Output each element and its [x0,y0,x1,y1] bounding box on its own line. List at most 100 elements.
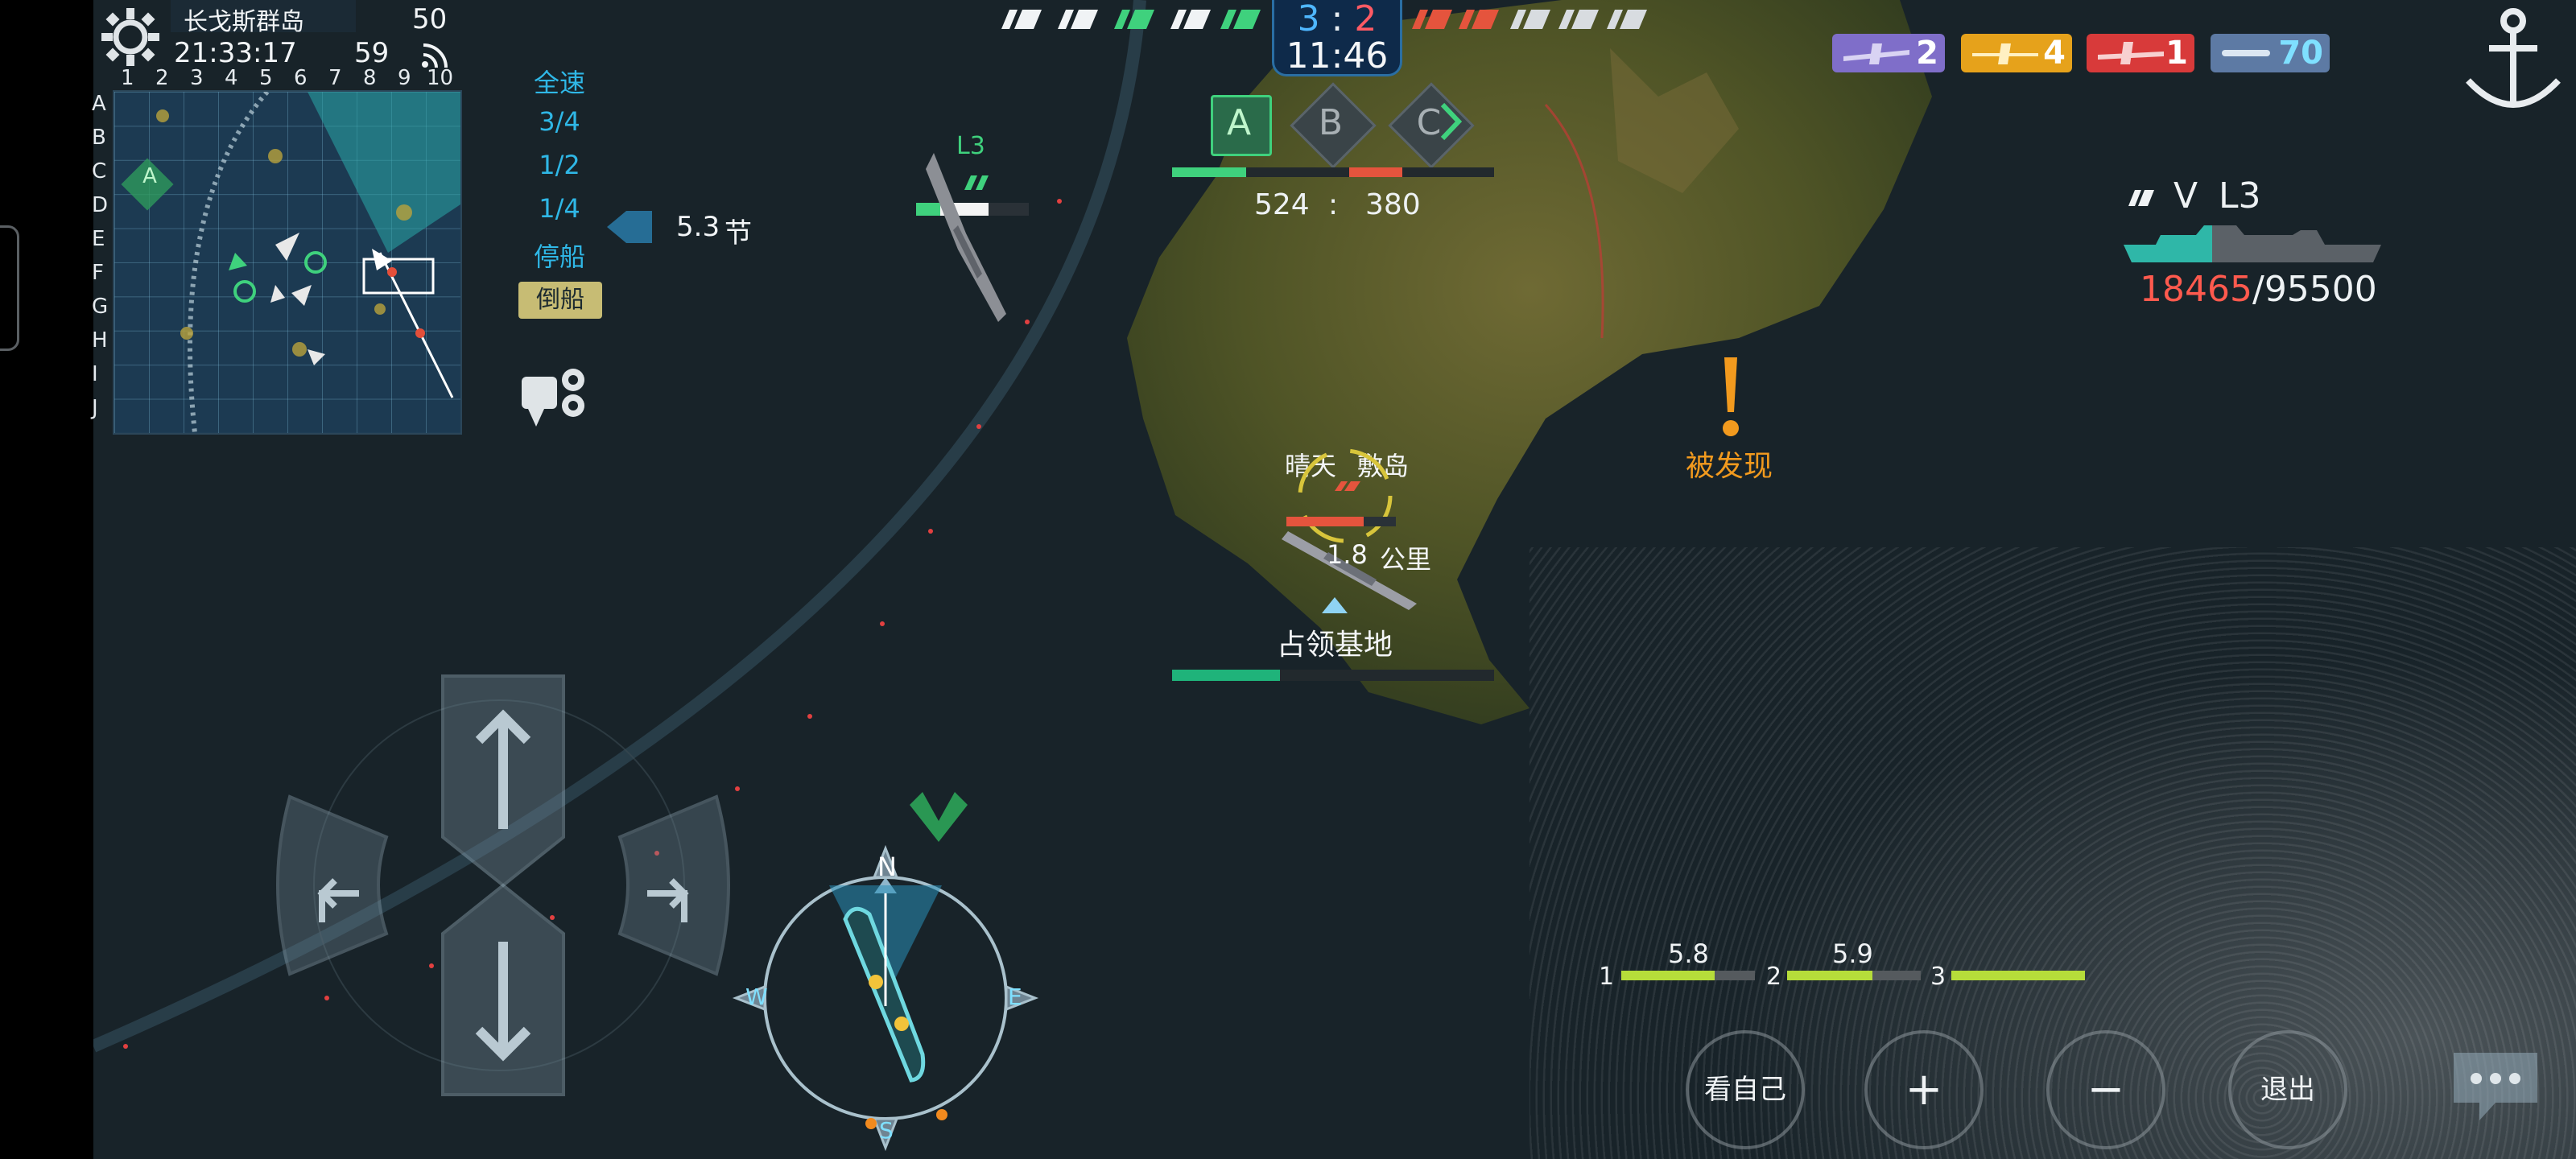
speed-full[interactable]: 全速 [499,63,620,100]
minimap-col-labels: 1 2 3 4 5 6 7 8 9 10 [113,66,459,90]
row-label: G [92,295,109,319]
col-label: 10 [427,66,454,90]
weapon-1-reload: 5.8 [1668,938,1709,969]
weapon-2-reload: 5.9 [1832,938,1873,969]
target-ship-name: L3 [2219,175,2261,217]
speed-quarter[interactable]: 1/4 [499,193,620,224]
capture-point-c-arrow-icon [1440,102,1462,141]
objective-progress-fill [1172,670,1280,681]
enemy-distance-unit: 公里 [1380,544,1432,575]
row-label: J [92,396,98,420]
points-blue: 524 [1254,188,1310,221]
target-hp-current: 18465 [2140,269,2252,310]
backward-button[interactable] [441,883,565,1096]
col-label: 5 [259,66,273,90]
col-label: 7 [328,66,342,90]
objective-progress-track [1172,670,1494,681]
score-blue: 3 [1297,0,1320,39]
weapon-1-index: 1 [1599,963,1615,991]
team-roster-flags [1001,10,1647,29]
resource-torpedo-plane-count: 4 [2043,35,2066,72]
enemy-distance-value: 1.8 [1327,539,1368,570]
col-label: 6 [294,66,308,90]
speed-indicator-arrow-icon [607,211,652,243]
col-label: 3 [190,66,204,90]
row-label: B [92,126,106,150]
row-label: A [92,92,106,116]
view-self-button[interactable]: 看自己 [1686,1030,1805,1149]
match-timer: 11:46 [1286,35,1389,76]
objective-marker-icon [1322,597,1348,613]
row-label: H [92,328,108,353]
minimap-row-labels: A B C D E F G H I J [92,90,113,431]
resource-torpedo-plane: 4 [1961,34,2072,72]
points-bar-blue [1172,167,1246,177]
points-bar-track [1172,167,1494,177]
score-red: 2 [1354,0,1377,39]
turn-left-button[interactable] [276,794,389,976]
ping-value: 59 [354,37,390,69]
objective-label: 占领基地 [1277,629,1393,662]
row-label: C [92,159,107,184]
chat-icon[interactable] [2447,1046,2544,1127]
zoom-in-button[interactable]: + [1864,1030,1984,1149]
compass-west: W [745,984,768,1010]
torpedo-plane-icon [1972,43,2038,64]
compass [732,844,1039,1152]
detected-warning-icon [1723,357,1739,436]
weapon-2-reload-bar [1787,971,1921,980]
target-hp-readout: 18465/95500 [2140,269,2377,310]
fps-value: 50 [412,3,448,35]
game-clock: 21:33:17 [174,37,297,69]
anchor-menu-icon[interactable] [2457,0,2570,121]
resource-fighter: 1 [2087,34,2194,72]
zoom-out-button[interactable]: − [2046,1030,2165,1149]
waypoint-arrow-icon [910,792,968,842]
points-sep: : [1328,188,1339,221]
forward-button[interactable] [441,674,565,888]
camera-icon[interactable] [520,365,594,430]
speed-reverse-button[interactable]: 倒船 [518,282,602,319]
minimap[interactable]: A [113,90,462,435]
speed-stop[interactable]: 停船 [499,237,620,274]
resource-bomber: 2 [1832,34,1945,72]
row-label: E [92,227,105,251]
settings-gear-icon[interactable] [97,3,164,71]
resource-fighter-count: 1 [2165,35,2188,72]
current-speed-value: 5.3 [676,211,720,243]
torpedo-icon [2222,50,2270,56]
compass-north: N [877,852,897,882]
compass-south: S [879,1117,894,1144]
compass-east: E [1008,984,1022,1010]
row-label: I [92,362,98,386]
device-bezel [0,0,93,1159]
col-label: 1 [121,66,134,90]
target-ship-tier: V [2174,175,2198,217]
minimap-overlay [121,92,460,433]
fighter-plane-icon [2098,42,2164,64]
bomber-plane-icon [1843,43,1909,64]
target-ship-silhouette [2124,225,2381,262]
weapon-3-index: 3 [1930,963,1946,991]
row-label: F [92,261,104,285]
current-speed-unit: 节 [724,217,752,250]
weapon-3-reload-bar [1951,971,2085,980]
ally-ship-sprite [926,153,1006,322]
turn-right-button[interactable] [617,794,730,976]
points-red: 380 [1365,188,1421,221]
col-label: 8 [363,66,377,90]
speed-half[interactable]: 1/2 [499,150,620,180]
speed-three-quarter[interactable]: 3/4 [499,106,620,137]
target-hp-sep: / [2252,269,2264,310]
col-label: 2 [155,66,169,90]
signal-icon [422,43,448,68]
row-label: D [92,193,109,217]
weapon-2-index: 2 [1766,963,1782,991]
exit-button[interactable]: 退出 [2228,1030,2347,1149]
score-sep: : [1331,0,1344,39]
col-label: 4 [225,66,238,90]
detected-label: 被发现 [1686,450,1773,483]
resource-torpedo-count: 70 [2278,35,2323,72]
points-bar-red [1349,167,1402,177]
movement-dpad [276,674,730,1096]
